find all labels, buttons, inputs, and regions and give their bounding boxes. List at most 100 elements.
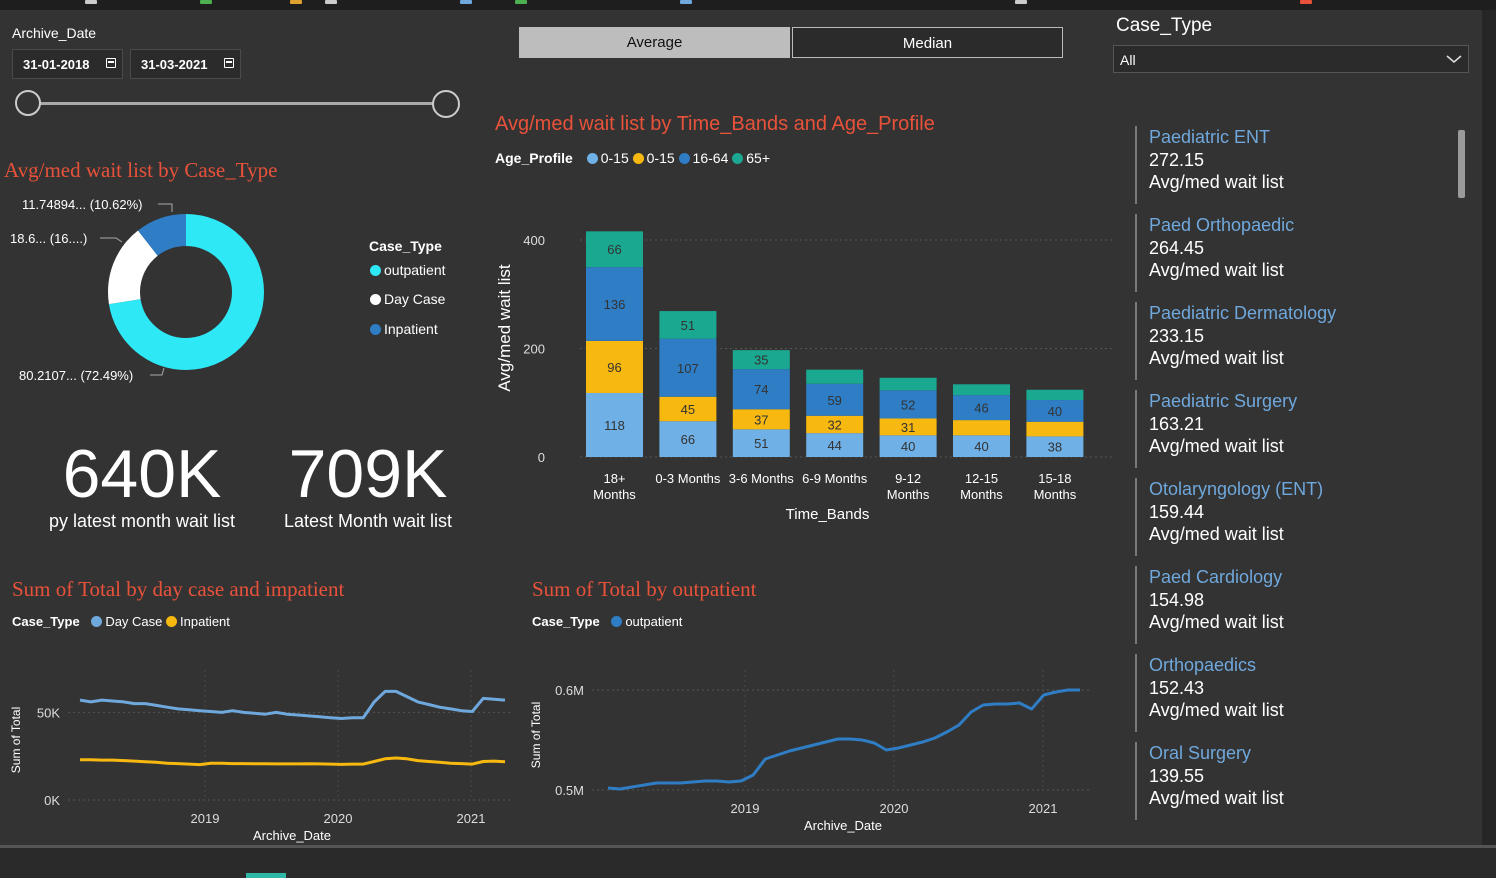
calendar-icon[interactable]: [106, 58, 116, 68]
bar-legend-item[interactable]: 0-15: [632, 150, 675, 166]
case-type-selected-value: All: [1120, 52, 1136, 68]
specialty-card[interactable]: Orthopaedics 152.43 Avg/med wait list: [1135, 654, 1435, 732]
legend-item-inpatient[interactable]: Inpatient: [166, 614, 230, 629]
toolbar-icon[interactable]: [290, 0, 302, 4]
bar-segment-5-4: [879, 377, 937, 391]
specialty-card[interactable]: Paediatric Surgery 163.21 Avg/med wait lis…: [1135, 390, 1435, 468]
legend-item-outpatient[interactable]: outpatient: [370, 262, 446, 278]
line-chart-2-title: Sum of Total by outpatient: [532, 577, 757, 601]
donut-chart-title: Avg/med wait list by Case_Type: [4, 158, 278, 182]
data-label: 38: [1048, 440, 1062, 455]
bar-legend-item[interactable]: 16-64: [678, 150, 729, 166]
case-type-dropdown[interactable]: All: [1113, 45, 1469, 73]
x-tick-label: 2020: [324, 811, 353, 826]
x-tick-label: 12-15: [965, 471, 998, 486]
y-tick-label: 0.5M: [555, 783, 584, 798]
toolbar-icon[interactable]: [1015, 0, 1027, 4]
legend-label: outpatient: [625, 614, 683, 629]
specialty-card[interactable]: Otolaryngology (ENT) 159.44 Avg/med wait l…: [1135, 478, 1435, 556]
stacked-bar-chart[interactable]: Avg/med wait list0200400118961366618+Mon…: [490, 180, 1120, 530]
legend-item-day-case[interactable]: Day Case: [370, 291, 445, 307]
x-tick-label: 9-12: [895, 471, 921, 486]
bar-legend-item[interactable]: 65+: [732, 150, 770, 166]
data-label: 96: [607, 360, 621, 375]
archive-date-label: Archive_Date: [12, 25, 97, 41]
legend-item-inpatient[interactable]: Inpatient: [370, 321, 438, 337]
line-chart-2-legend: Case_Type outpatient: [532, 614, 682, 629]
toolbar-icon[interactable]: [85, 0, 97, 4]
data-label: 66: [681, 432, 695, 447]
date-slider-track[interactable]: [30, 102, 446, 105]
data-label: 32: [827, 417, 841, 432]
legend-item-day-case[interactable]: Day Case: [91, 614, 162, 629]
toolbar-icon[interactable]: [680, 0, 692, 4]
date-slider-end-handle[interactable]: [432, 90, 460, 118]
x-tick-label: 2021: [1029, 801, 1058, 816]
bar-legend-title: Age_Profile: [495, 150, 573, 166]
date-slider-start-handle[interactable]: [15, 90, 41, 116]
kpi-latest-month-value: 709K: [288, 436, 448, 512]
data-label: 44: [827, 438, 841, 453]
legend-item-outpatient[interactable]: outpatient: [611, 614, 682, 629]
line-chart-day-case-inpatient[interactable]: Sum of Total 0K 50K 2019 2020 2021 Archive_Dat…: [0, 640, 520, 845]
y-tick-label: 50K: [37, 705, 60, 720]
bar-segment-7-4: [1026, 389, 1084, 401]
data-label: 37: [754, 412, 768, 427]
kpi-py-latest-month-label: py latest month wait list: [48, 511, 236, 531]
specialty-card[interactable]: Paediatric ENT 272.15 Avg/med wait list: [1135, 126, 1435, 204]
card-subtitle: Avg/med wait list: [1149, 260, 1284, 280]
specialty-card[interactable]: Oral Surgery 139.55 Avg/med wait list: [1135, 742, 1435, 820]
data-label: 74: [754, 382, 768, 397]
y-axis-title: Sum of Total: [9, 707, 23, 773]
x-tick-label: 2019: [731, 801, 760, 816]
start-date-input[interactable]: 31-01-2018: [12, 49, 123, 79]
active-page-tab[interactable]: [246, 873, 286, 878]
specialty-card[interactable]: Paed Orthopaedic 264.45 Avg/med wait list: [1135, 214, 1435, 292]
donut-chart[interactable]: [0, 190, 300, 390]
x-tick-label: 15-18: [1038, 471, 1071, 486]
card-value: 152.43: [1149, 678, 1205, 698]
data-label: 59: [827, 393, 841, 408]
case-type-slicer-title: Case_Type: [1116, 15, 1213, 36]
legend-dot: [370, 265, 381, 276]
leader-line: [100, 237, 123, 243]
toolbar-icon[interactable]: [460, 0, 472, 4]
line-chart-1-legend: Case_Type Day Case Inpatient: [12, 614, 230, 629]
calendar-icon[interactable]: [224, 58, 234, 68]
filters-pane-collapsed[interactable]: [1482, 10, 1496, 845]
page-tabs-bar: [0, 845, 1496, 878]
toolbar-icon[interactable]: [515, 0, 527, 4]
line-chart-outpatient[interactable]: Sum of Total 0.5M 0.6M 2019 2020 2021 Archive_…: [520, 640, 1100, 845]
end-date-input[interactable]: 31-03-2021: [130, 49, 241, 79]
bar-segment-6-2: [953, 420, 1010, 436]
legend-label: 16-64: [692, 150, 729, 166]
bar-segment-7-2: [1026, 421, 1084, 437]
chevron-down-icon: [1446, 55, 1462, 64]
donut-legend-title: Case_Type: [369, 238, 442, 254]
card-title: Paediatric ENT: [1149, 127, 1271, 147]
bar-x-axis-title: Time_Bands: [786, 506, 870, 523]
average-toggle-button[interactable]: Average: [519, 27, 790, 58]
data-label: 46: [974, 401, 988, 416]
bar-legend-item[interactable]: 0-15: [586, 150, 629, 166]
legend-label: Day Case: [105, 614, 163, 629]
data-label: 35: [754, 353, 768, 368]
specialty-card[interactable]: Paed Cardiology 154.98 Avg/med wait list: [1135, 566, 1435, 644]
data-label: 52: [901, 397, 915, 412]
specialty-card[interactable]: Paediatric Dermatology 233.15 Avg/med wait…: [1135, 302, 1435, 380]
cards-scrollbar-thumb[interactable]: [1458, 130, 1465, 198]
y-axis-title: Sum of Total: [529, 702, 543, 768]
data-label: 45: [681, 402, 695, 417]
toolbar-icon[interactable]: [325, 0, 337, 4]
series-line-1: [607, 688, 1080, 791]
x-tick-label: Months: [960, 487, 1003, 502]
median-toggle-button[interactable]: Median: [792, 27, 1063, 58]
toolbar-icon[interactable]: [1300, 0, 1312, 4]
toolbar-icon[interactable]: [200, 0, 212, 4]
bar-chart-legend: Age_Profile 0-15 0-15 16-64 65+: [495, 150, 770, 166]
card-title: Paediatric Dermatology: [1149, 303, 1337, 323]
kpi-latest-month-label: Latest Month wait list: [283, 511, 453, 531]
window-toolbar-strip: [0, 0, 1496, 10]
legend-label: outpatient: [384, 262, 446, 278]
card-value: 139.55: [1149, 766, 1205, 786]
